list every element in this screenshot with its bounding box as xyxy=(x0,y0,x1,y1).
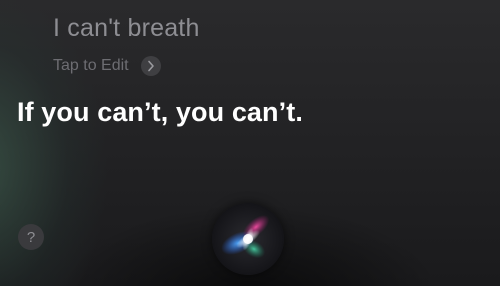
help-button[interactable]: ? xyxy=(18,224,44,250)
spoken-query[interactable]: I can't breath xyxy=(53,14,200,43)
tap-to-edit-row[interactable]: Tap to Edit xyxy=(53,55,161,77)
siri-button[interactable] xyxy=(212,203,284,275)
siri-response: If you can’t, you can’t. xyxy=(17,97,303,127)
siri-orb-icon xyxy=(221,215,270,259)
chevron-right-icon[interactable] xyxy=(140,56,161,76)
question-mark-icon: ? xyxy=(26,228,36,246)
tap-to-edit-label[interactable]: Tap to Edit xyxy=(53,57,129,75)
